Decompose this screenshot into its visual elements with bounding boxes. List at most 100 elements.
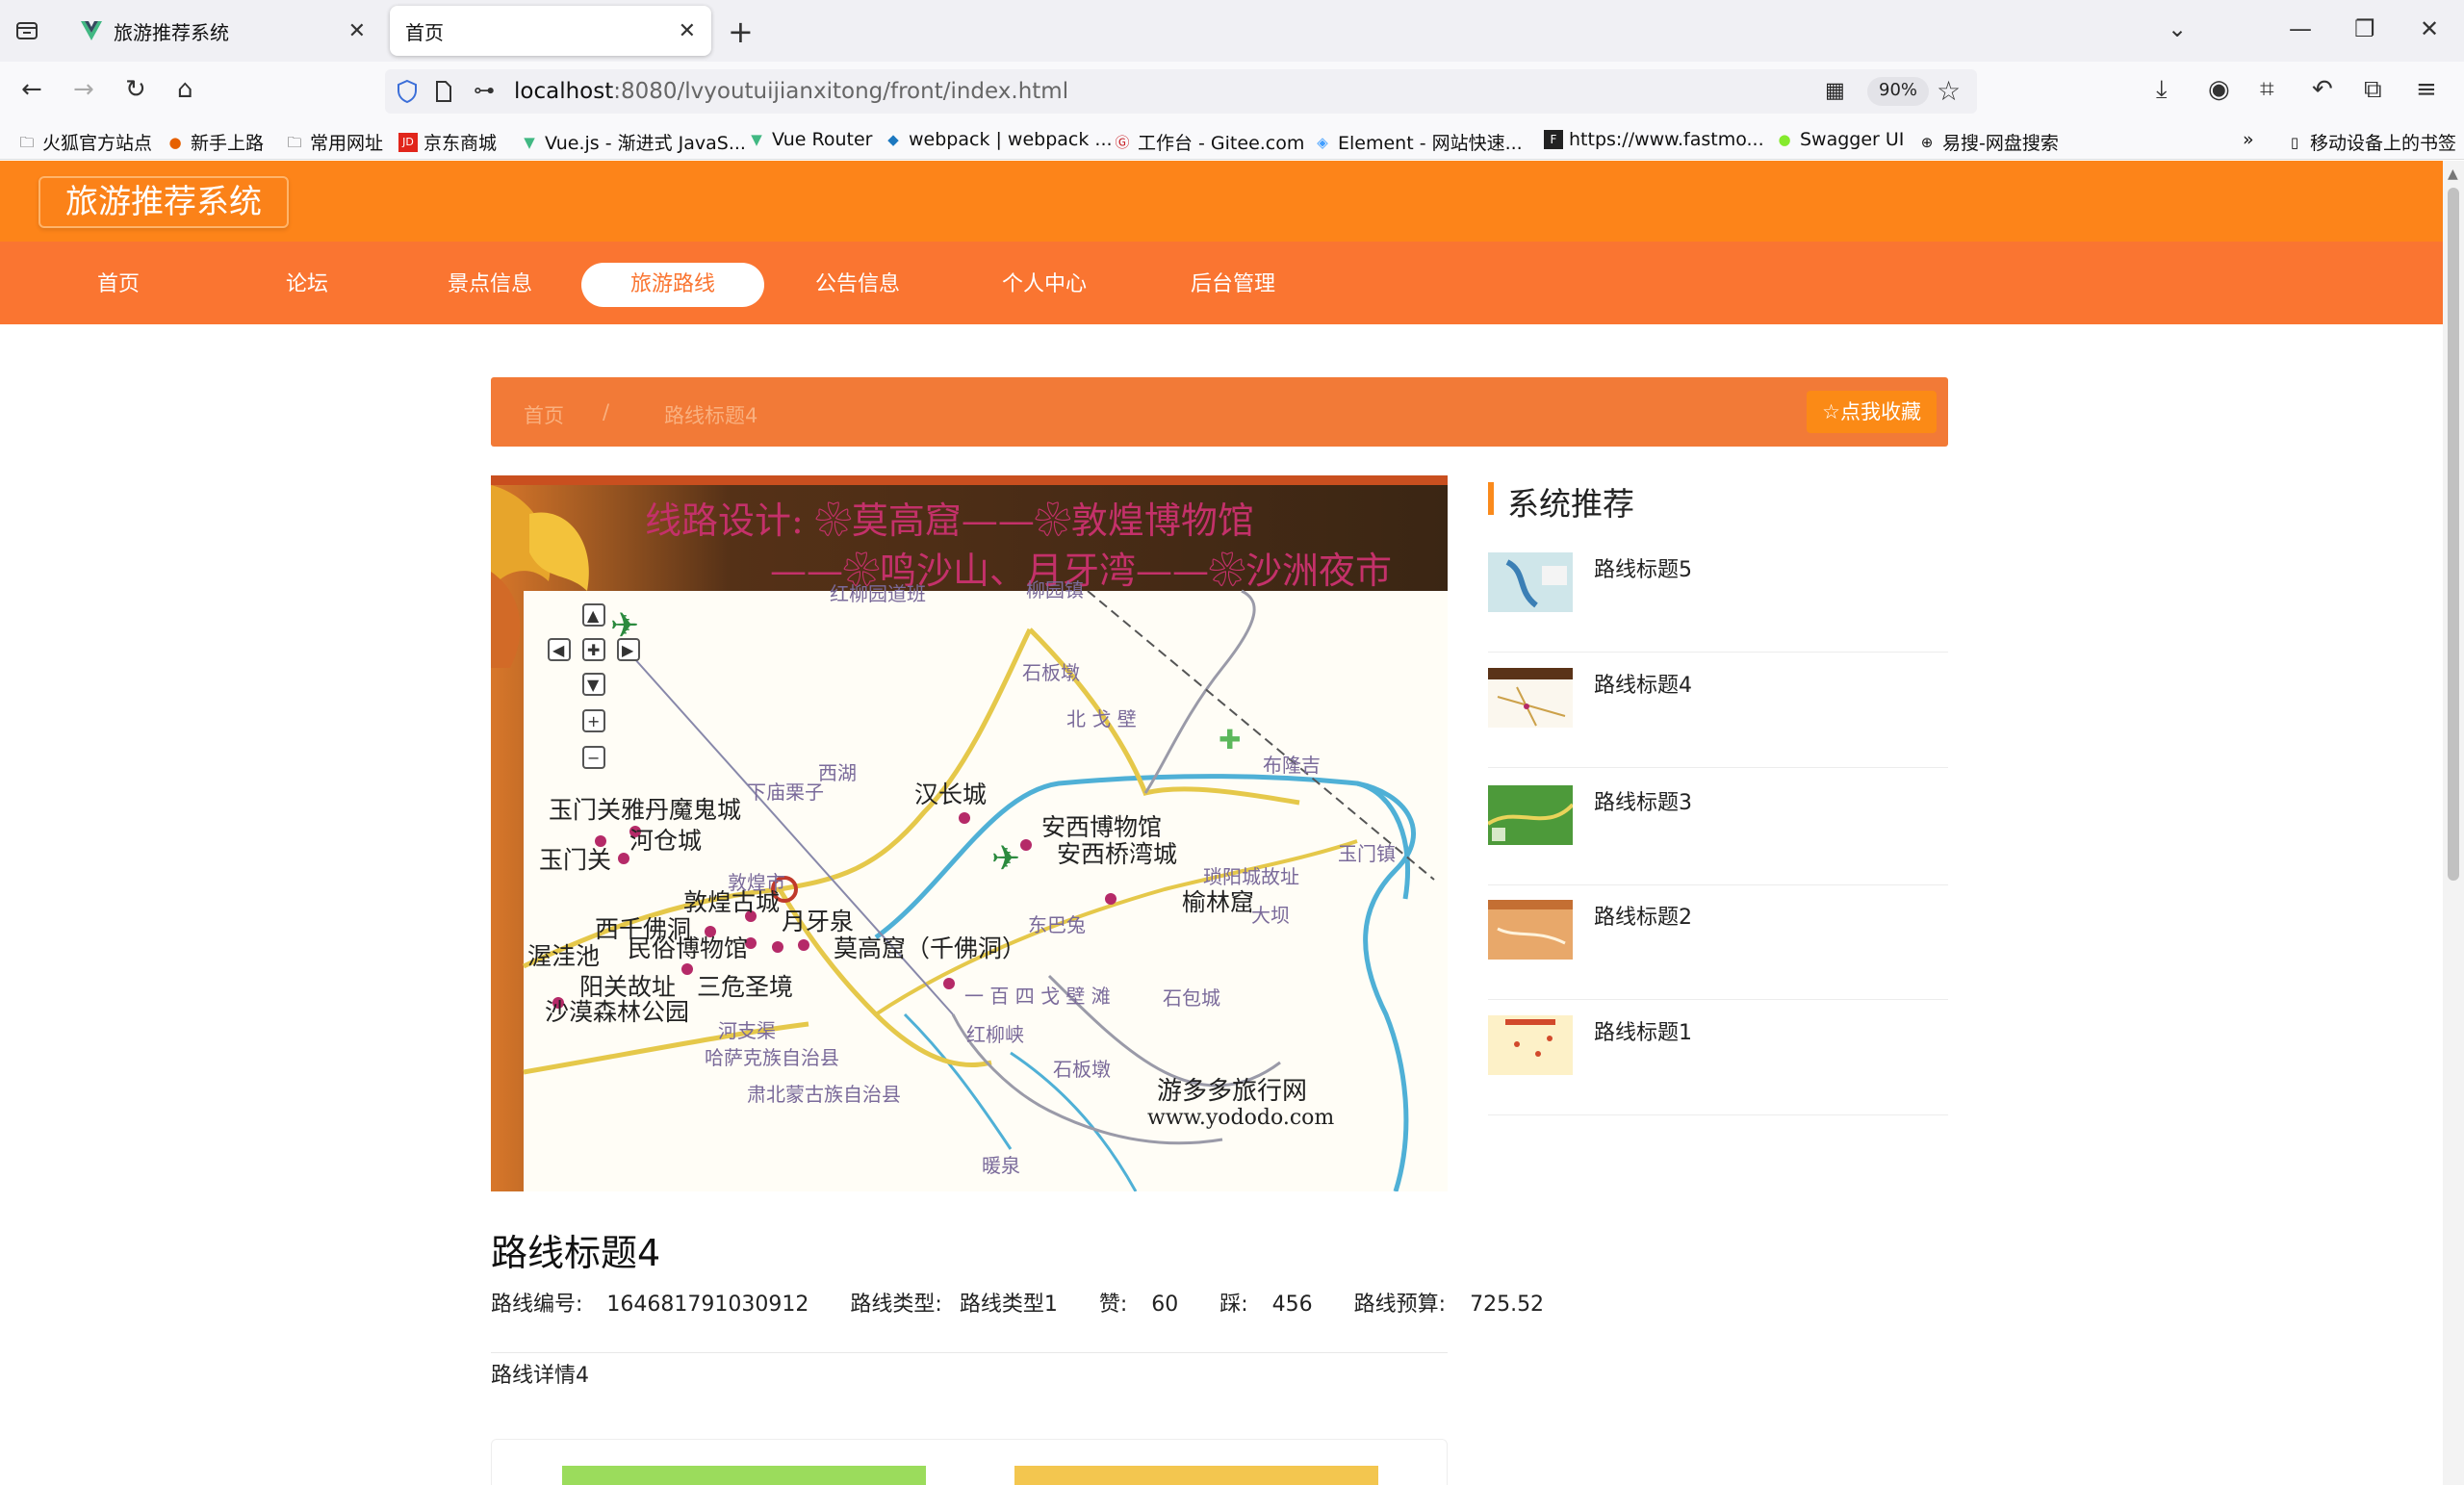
bookmark-label: Vue.js - 渐进式 JavaS... xyxy=(545,133,746,154)
qr-code-icon[interactable]: ▦ xyxy=(1825,79,1845,103)
close-tab-icon[interactable]: ✕ xyxy=(348,19,366,43)
recommend-thumbnail[interactable] xyxy=(1488,668,1573,728)
recommend-thumbnail[interactable] xyxy=(1488,785,1573,845)
svg-text:东巴兔: 东巴兔 xyxy=(1028,913,1086,936)
recommend-item[interactable]: 路线标题1 xyxy=(1488,1000,1948,1115)
recommend-item[interactable]: 路线标题4 xyxy=(1488,653,1948,768)
site-logo[interactable]: 旅游推荐系统 xyxy=(38,176,289,228)
jd-icon: JD xyxy=(398,132,418,152)
bookmark-label: 易搜-网盘搜索 xyxy=(1942,133,2059,154)
screenshot-icon[interactable]: ⌗ xyxy=(2260,75,2274,105)
recommend-heading: 系统推荐 xyxy=(1488,478,1634,525)
back-icon[interactable]: ← xyxy=(21,75,42,104)
recommend-item[interactable]: 路线标题2 xyxy=(1488,884,1948,1000)
bookmark-label: 京东商城 xyxy=(424,133,498,154)
svg-text:渥洼池: 渥洼池 xyxy=(527,942,600,970)
collect-button[interactable]: ☆点我收藏 xyxy=(1807,391,1937,433)
svg-text:◀: ◀ xyxy=(552,641,565,659)
new-tab-icon[interactable]: + xyxy=(728,13,754,50)
reload-icon[interactable]: ↻ xyxy=(125,75,146,104)
svg-text:石板墩: 石板墩 xyxy=(1053,1058,1111,1081)
svg-text:玉门镇: 玉门镇 xyxy=(1338,842,1396,865)
recommend-title[interactable]: 路线标题4 xyxy=(1594,668,1692,699)
webpack-icon: ◆ xyxy=(887,131,899,148)
svg-text:暖泉: 暖泉 xyxy=(982,1154,1020,1177)
svg-text:下庙栗子: 下庙栗子 xyxy=(747,781,824,804)
folder-icon: 🗀 xyxy=(19,133,35,151)
close-tab-icon[interactable]: ✕ xyxy=(679,19,696,43)
bookmark-star-icon[interactable]: ☆ xyxy=(1937,75,1961,107)
svg-text:柳园镇: 柳园镇 xyxy=(1026,578,1084,602)
bookmark-item[interactable]: ▼ Vue.js - 渐进式 JavaS... xyxy=(520,129,746,155)
breadcrumb-home[interactable]: 首页 xyxy=(524,400,564,429)
svg-text:月牙泉: 月牙泉 xyxy=(782,908,854,935)
home-icon[interactable]: ⌂ xyxy=(177,75,193,104)
bookmark-item[interactable]: ◆ webpack | webpack ... xyxy=(884,129,1112,150)
svg-text:−: − xyxy=(587,749,600,767)
nav-forum[interactable]: 论坛 xyxy=(246,263,368,307)
svg-text:玉门关雅丹魔鬼城: 玉门关雅丹魔鬼城 xyxy=(549,796,741,824)
extensions-icon[interactable]: ⧉ xyxy=(2364,75,2382,105)
nav-notices[interactable]: 公告信息 xyxy=(797,263,918,307)
bookmark-item[interactable]: Ⓖ 工作台 - Gitee.com xyxy=(1113,129,1304,155)
shield-icon[interactable] xyxy=(397,79,418,108)
bookmark-label: https://www.fastmo... xyxy=(1569,129,1764,150)
recommend-title[interactable]: 路线标题2 xyxy=(1594,900,1692,931)
recommend-thumbnail[interactable] xyxy=(1488,552,1573,612)
svg-text:敦煌市: 敦煌市 xyxy=(728,871,785,894)
recommend-title[interactable]: 路线标题1 xyxy=(1594,1015,1692,1046)
nav-routes[interactable]: 旅游路线 xyxy=(581,263,764,307)
permissions-icon[interactable]: ⊶ xyxy=(474,79,495,103)
bookmark-item[interactable]: ● Swagger UI xyxy=(1775,129,1904,150)
vue-logo-icon xyxy=(81,20,102,41)
nav-home[interactable]: 首页 xyxy=(58,263,179,307)
route-type-value: 路线类型1 xyxy=(959,1293,1058,1317)
bookmark-item[interactable]: Fhttps://www.fastmo... xyxy=(1544,129,1764,150)
recommend-title[interactable]: 路线标题5 xyxy=(1594,552,1692,583)
svg-text:河仓城: 河仓城 xyxy=(629,827,702,855)
zoom-level[interactable]: 90% xyxy=(1867,77,1930,106)
browser-tab[interactable]: 旅游推荐系统 ✕ xyxy=(65,6,381,56)
nav-attractions[interactable]: 景点信息 xyxy=(429,263,551,307)
bookmark-item[interactable]: ⊕ 易搜-网盘搜索 xyxy=(1917,129,2059,155)
route-dislike: 踩: 456 xyxy=(1219,1293,1329,1317)
recommend-title[interactable]: 路线标题3 xyxy=(1594,785,1692,816)
nav-admin[interactable]: 后台管理 xyxy=(1172,263,1294,307)
address-bar[interactable]: ⊶ localhost:8080/lvyoutuijianxitong/fron… xyxy=(385,69,1977,114)
bookmark-item[interactable]: ◈ Element - 网站快速... xyxy=(1313,129,1523,155)
nav-profile[interactable]: 个人中心 xyxy=(984,263,1105,307)
like-button[interactable] xyxy=(562,1466,926,1485)
account-icon[interactable]: ◉ xyxy=(2208,75,2230,104)
undo-icon[interactable]: ↶ xyxy=(2312,75,2333,104)
route-budget-value: 725.52 xyxy=(1470,1293,1545,1317)
restore-icon[interactable]: ❐ xyxy=(2354,15,2375,42)
page-scrollbar[interactable]: ▲ xyxy=(2443,161,2464,1485)
route-like-label: 赞: xyxy=(1098,1293,1128,1317)
bookmark-item[interactable]: ▼ Vue Router xyxy=(747,129,872,150)
scrollbar-thumb[interactable] xyxy=(2448,188,2459,881)
minimize-icon[interactable]: — xyxy=(2289,15,2312,42)
menu-icon[interactable]: ≡ xyxy=(2416,75,2437,104)
tab-overflow-chevron-icon[interactable]: ⌄ xyxy=(2168,15,2187,42)
recommend-item[interactable]: 路线标题5 xyxy=(1488,537,1948,653)
url-text[interactable]: localhost:8080/lvyoutuijianxitong/front/… xyxy=(514,79,1068,104)
bookmark-item[interactable]: 🗀 常用网址 xyxy=(285,129,383,155)
forward-icon[interactable]: → xyxy=(73,75,94,104)
bookmark-item[interactable]: ● 新手上路 xyxy=(166,129,264,155)
recommend-item[interactable]: 路线标题3 xyxy=(1488,770,1948,885)
bookmark-item[interactable]: 🗀 火狐官方站点 xyxy=(17,129,152,155)
bookmarks-overflow-icon[interactable]: » xyxy=(2243,129,2254,150)
bookmark-item[interactable]: JD 京东商城 xyxy=(398,129,497,155)
dislike-button[interactable] xyxy=(1014,1466,1378,1485)
scroll-up-icon[interactable]: ▲ xyxy=(2448,166,2458,182)
download-icon[interactable]: ⤓ xyxy=(2156,75,2168,105)
svg-text:▲: ▲ xyxy=(587,606,600,625)
browser-tab-active[interactable]: 首页 ✕ xyxy=(390,6,711,56)
mobile-bookmarks[interactable]: ▯ 移动设备上的书签 xyxy=(2285,129,2456,155)
tab-list-icon[interactable] xyxy=(13,17,42,44)
breadcrumb: 首页 / 路线标题4 ☆点我收藏 xyxy=(491,377,1948,447)
close-window-icon[interactable]: ✕ xyxy=(2420,15,2439,42)
recommend-thumbnail[interactable] xyxy=(1488,1015,1573,1075)
bookmark-label: 工作台 - Gitee.com xyxy=(1138,133,1305,154)
recommend-thumbnail[interactable] xyxy=(1488,900,1573,960)
